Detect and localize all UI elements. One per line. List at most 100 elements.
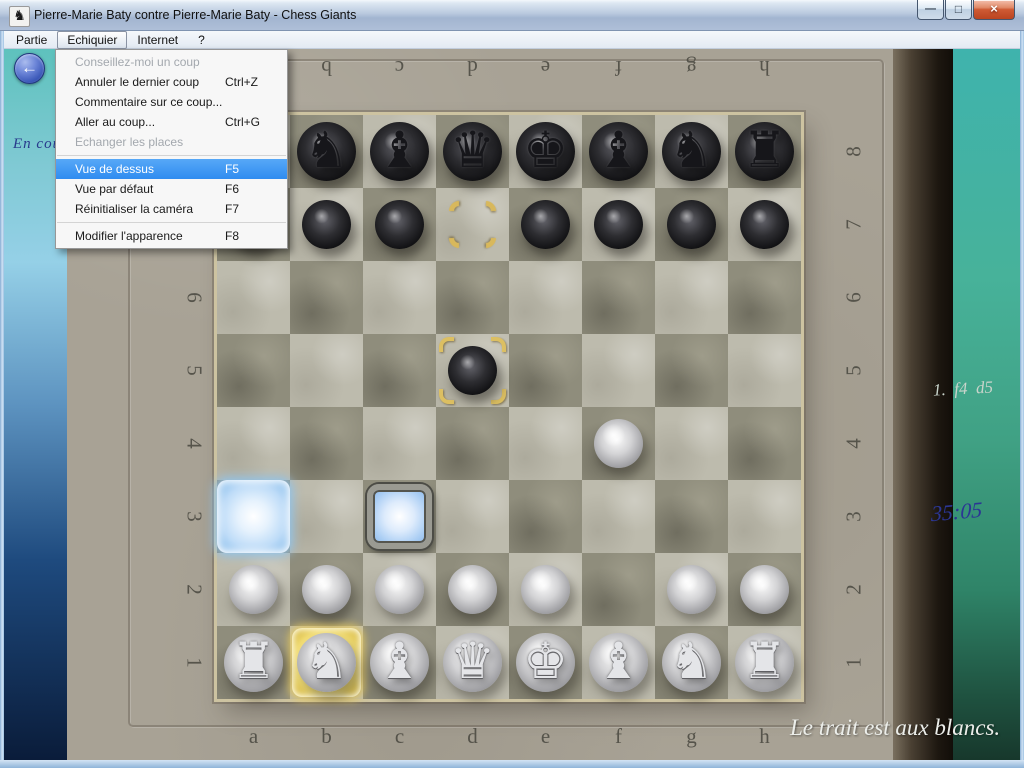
piece-black-knight-g8[interactable]: ♞ bbox=[655, 115, 728, 188]
piece-white-pawn-d2[interactable] bbox=[436, 553, 509, 626]
square-g5[interactable] bbox=[655, 334, 728, 407]
menu-item-commentaire-sur-ce-coup[interactable]: Commentaire sur ce coup... bbox=[56, 92, 287, 112]
square-d4[interactable] bbox=[436, 407, 509, 480]
piece-black-pawn-h7[interactable] bbox=[728, 188, 801, 261]
menu-item-modifier-l-apparence[interactable]: Modifier l'apparenceF8 bbox=[56, 226, 287, 246]
white-pawn-base bbox=[594, 419, 643, 468]
menu-item-aller-au-coup[interactable]: Aller au coup...Ctrl+G bbox=[56, 112, 287, 132]
piece-black-pawn-c7[interactable] bbox=[363, 188, 436, 261]
menubar-item-item[interactable]: ? bbox=[188, 31, 215, 49]
close-button[interactable]: × bbox=[973, 0, 1015, 20]
piece-white-pawn-h2[interactable] bbox=[728, 553, 801, 626]
square-c5[interactable] bbox=[363, 334, 436, 407]
square-h4[interactable] bbox=[728, 407, 801, 480]
black-pawn-base bbox=[448, 346, 497, 395]
coord-file-d-top: d bbox=[436, 53, 509, 83]
square-b4[interactable] bbox=[290, 407, 363, 480]
menu-item-r-initialiser-la-cam-ra[interactable]: Réinitialiser la caméraF7 bbox=[56, 199, 287, 219]
piece-white-knight-g1[interactable]: ♞ bbox=[655, 626, 728, 699]
white-queen-icon: ♛ bbox=[436, 628, 509, 698]
black-pawn-base bbox=[594, 200, 643, 249]
menu-item-vue-de-dessus[interactable]: Vue de dessusF5 bbox=[56, 159, 287, 179]
square-h6[interactable] bbox=[728, 261, 801, 334]
black-rook-icon: ♜ bbox=[728, 117, 801, 187]
move-list-text: 1. f4 d5 bbox=[933, 377, 994, 400]
menu-item-label: Commentaire sur ce coup... bbox=[75, 92, 225, 112]
menubar-item-partie[interactable]: Partie bbox=[6, 31, 57, 49]
piece-black-knight-b8[interactable]: ♞ bbox=[290, 115, 363, 188]
white-pawn-base bbox=[521, 565, 570, 614]
piece-black-queen-d8[interactable]: ♛ bbox=[436, 115, 509, 188]
menu-item-shortcut: Ctrl+G bbox=[225, 112, 277, 132]
square-h5[interactable] bbox=[728, 334, 801, 407]
piece-white-rook-a1[interactable]: ♜ bbox=[217, 626, 290, 699]
square-e4[interactable] bbox=[509, 407, 582, 480]
back-button[interactable]: ← bbox=[14, 53, 45, 84]
square-b5[interactable] bbox=[290, 334, 363, 407]
coord-rank-7-right: 7 bbox=[818, 211, 891, 239]
square-f2[interactable] bbox=[582, 553, 655, 626]
square-f6[interactable] bbox=[582, 261, 655, 334]
menu-item-label: Aller au coup... bbox=[75, 112, 225, 132]
menu-item-shortcut bbox=[225, 132, 277, 152]
menu-item-vue-par-d-faut[interactable]: Vue par défautF6 bbox=[56, 179, 287, 199]
piece-white-king-e1[interactable]: ♚ bbox=[509, 626, 582, 699]
menu-separator bbox=[57, 222, 286, 223]
coord-rank-2-right: 2 bbox=[818, 576, 891, 604]
square-b6[interactable] bbox=[290, 261, 363, 334]
square-g3[interactable] bbox=[655, 480, 728, 553]
black-knight-icon: ♞ bbox=[655, 117, 728, 187]
maximize-button[interactable]: □ bbox=[945, 0, 972, 20]
piece-white-pawn-b2[interactable] bbox=[290, 553, 363, 626]
square-d6[interactable] bbox=[436, 261, 509, 334]
move-origin-marker-d7 bbox=[436, 188, 509, 261]
piece-black-pawn-b7[interactable] bbox=[290, 188, 363, 261]
game-status-label: En cou bbox=[13, 136, 61, 153]
white-pawn-base bbox=[740, 565, 789, 614]
window-border-bottom bbox=[0, 760, 1024, 768]
piece-white-pawn-g2[interactable] bbox=[655, 553, 728, 626]
piece-white-pawn-e2[interactable] bbox=[509, 553, 582, 626]
piece-black-pawn-g7[interactable] bbox=[655, 188, 728, 261]
piece-white-rook-h1[interactable]: ♜ bbox=[728, 626, 801, 699]
piece-black-king-e8[interactable]: ♚ bbox=[509, 115, 582, 188]
piece-black-pawn-f7[interactable] bbox=[582, 188, 655, 261]
square-c4[interactable] bbox=[363, 407, 436, 480]
black-pawn-base bbox=[302, 200, 351, 249]
piece-white-bishop-f1[interactable]: ♝ bbox=[582, 626, 655, 699]
piece-white-pawn-a2[interactable] bbox=[217, 553, 290, 626]
menubar-item-internet[interactable]: Internet bbox=[127, 31, 188, 49]
menu-item-annuler-le-dernier-coup[interactable]: Annuler le dernier coupCtrl+Z bbox=[56, 72, 287, 92]
square-e6[interactable] bbox=[509, 261, 582, 334]
square-c6[interactable] bbox=[363, 261, 436, 334]
square-g6[interactable] bbox=[655, 261, 728, 334]
square-f3[interactable] bbox=[582, 480, 655, 553]
piece-white-pawn-c2[interactable] bbox=[363, 553, 436, 626]
coord-file-h-top: h bbox=[728, 53, 801, 83]
piece-black-rook-h8[interactable]: ♜ bbox=[728, 115, 801, 188]
coord-file-b-top: b bbox=[290, 53, 363, 83]
menubar-item-echiquier[interactable]: Echiquier bbox=[57, 31, 127, 49]
square-h3[interactable] bbox=[728, 480, 801, 553]
square-d3[interactable] bbox=[436, 480, 509, 553]
minimize-button[interactable]: — bbox=[917, 0, 944, 20]
square-e5[interactable] bbox=[509, 334, 582, 407]
piece-white-bishop-c1[interactable]: ♝ bbox=[363, 626, 436, 699]
white-pawn-base bbox=[375, 565, 424, 614]
piece-black-pawn-d5[interactable] bbox=[436, 334, 509, 407]
piece-black-pawn-e7[interactable] bbox=[509, 188, 582, 261]
coord-file-f-bottom: f bbox=[582, 721, 655, 751]
square-e3[interactable] bbox=[509, 480, 582, 553]
white-pawn-base bbox=[229, 565, 278, 614]
square-g4[interactable] bbox=[655, 407, 728, 480]
piece-white-knight-b1[interactable]: ♞ bbox=[290, 626, 363, 699]
coord-rank-5-right: 5 bbox=[818, 357, 891, 385]
menu-item-shortcut bbox=[225, 92, 277, 112]
piece-black-bishop-c8[interactable]: ♝ bbox=[363, 115, 436, 188]
piece-white-queen-d1[interactable]: ♛ bbox=[436, 626, 509, 699]
piece-black-bishop-f8[interactable]: ♝ bbox=[582, 115, 655, 188]
square-b3[interactable] bbox=[290, 480, 363, 553]
square-f5[interactable] bbox=[582, 334, 655, 407]
gold-corner-mark-br bbox=[472, 224, 500, 252]
piece-white-pawn-f4[interactable] bbox=[582, 407, 655, 480]
